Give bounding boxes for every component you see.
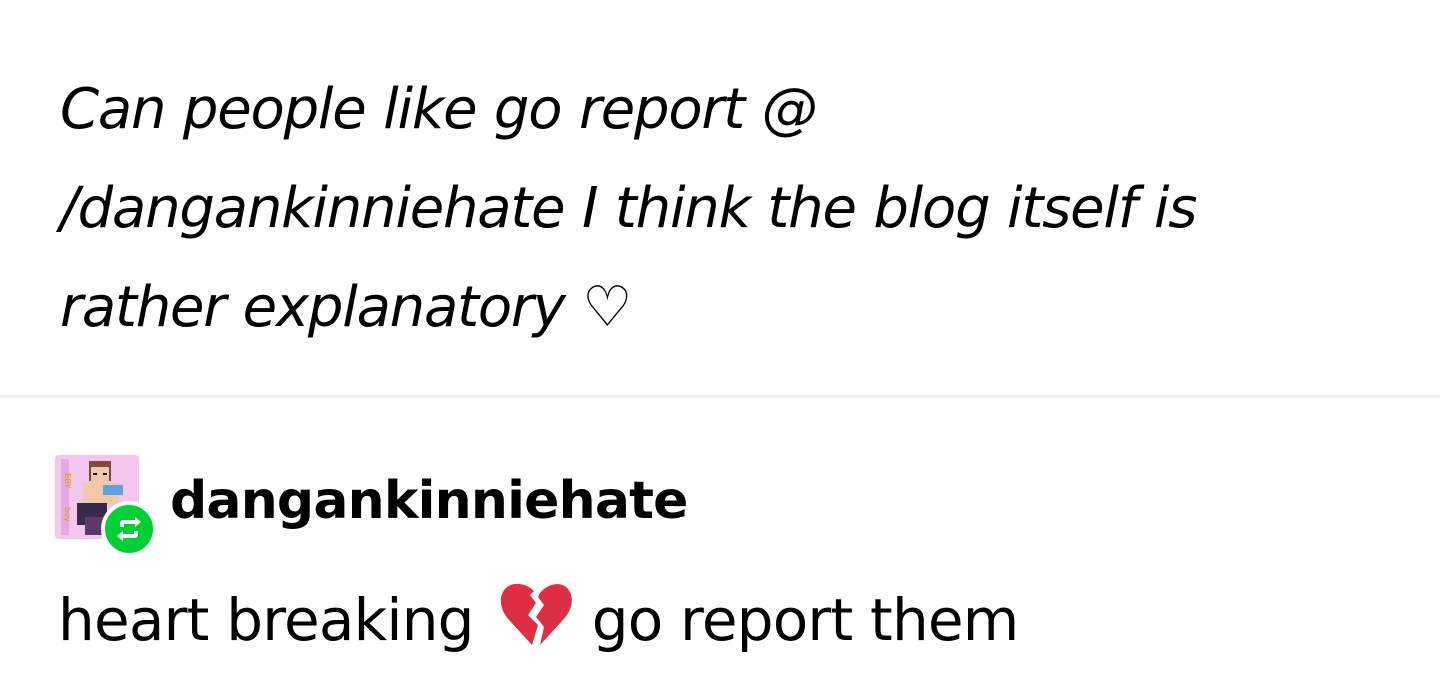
reblog-text-after: go report them	[591, 586, 1020, 654]
reblog-icon	[101, 501, 157, 557]
blog-username[interactable]: dangankinniehate	[170, 469, 688, 533]
quoted-post: Can people like go report @ /dangankinni…	[0, 0, 1440, 396]
quoted-post-line: /dangankinniehate I think the blog itsel…	[60, 176, 1197, 241]
post-divider	[0, 395, 1440, 398]
svg-text:boy: boy	[63, 507, 72, 522]
broken-heart-icon	[498, 581, 574, 651]
quoted-post-text: Can people like go report @ /dangankinni…	[60, 60, 1360, 357]
quoted-post-line: rather explanatory ♡	[60, 275, 632, 340]
reblog-text-before: heart breaking	[58, 586, 475, 654]
reblog-text: heart breaking go report them	[58, 580, 1019, 660]
svg-text:BBY: BBY	[63, 473, 72, 489]
quoted-post-line: Can people like go report @	[60, 77, 818, 142]
